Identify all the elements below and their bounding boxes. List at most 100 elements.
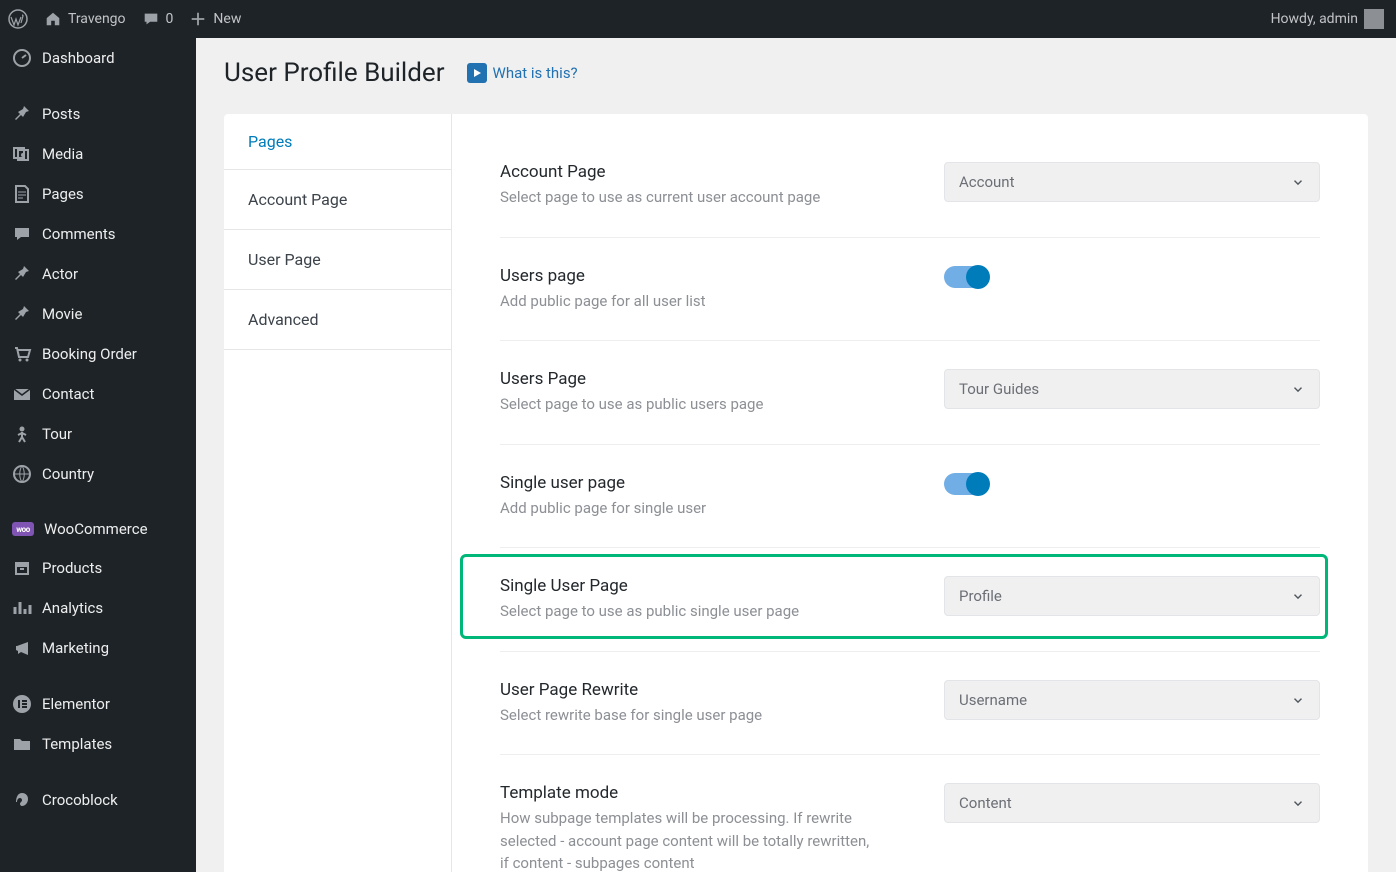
account-link[interactable]: Howdy, admin — [1271, 9, 1384, 29]
field-title: Single User Page — [500, 576, 880, 596]
field-row: Single User Page Select page to use as pu… — [500, 548, 1320, 652]
tab-account-page[interactable]: Account Page — [224, 169, 451, 229]
field-title: Account Page — [500, 162, 880, 182]
field-row: Single user page Add public page for sing… — [500, 445, 1320, 549]
site-name: Travengo — [68, 11, 126, 27]
cart-icon — [12, 344, 32, 364]
comments-link[interactable]: 0 — [142, 10, 174, 28]
new-link[interactable]: New — [189, 10, 241, 28]
field-title: Users page — [500, 266, 880, 286]
sidebar-item-contact[interactable]: Contact — [0, 374, 196, 414]
sidebar-item-posts[interactable]: Posts — [0, 94, 196, 134]
sidebar-item-media[interactable]: Media — [0, 134, 196, 174]
select-value: Account — [959, 173, 1015, 191]
globe-icon — [12, 464, 32, 484]
select-single-user-page[interactable]: Profile — [944, 576, 1320, 616]
sidebar-item-label: Crocoblock — [42, 791, 118, 809]
sidebar-item-label: Elementor — [42, 695, 110, 713]
tab-advanced[interactable]: Advanced — [224, 289, 451, 350]
dashboard-icon — [12, 48, 32, 68]
field-title: Template mode — [500, 783, 880, 803]
select-value: Content — [959, 794, 1012, 812]
sidebar-item-dashboard[interactable]: Dashboard — [0, 38, 196, 78]
sidebar-item-analytics[interactable]: Analytics — [0, 588, 196, 628]
wordpress-icon — [8, 9, 28, 29]
avatar-icon — [1364, 9, 1384, 29]
toggle-users-page[interactable] — [944, 266, 988, 288]
home-icon — [44, 10, 62, 28]
megaphone-icon — [12, 638, 32, 658]
field-title: Single user page — [500, 473, 880, 493]
chevron-down-icon — [1291, 693, 1305, 707]
chevron-down-icon — [1291, 175, 1305, 189]
sidebar-item-actor[interactable]: Actor — [0, 254, 196, 294]
field-desc: Select rewrite base for single user page — [500, 704, 880, 727]
sidebar-item-label: Country — [42, 465, 94, 483]
field-desc: Select page to use as current user accou… — [500, 186, 880, 209]
admin-sidebar: Dashboard Posts Media Pages CommentsActorMov… — [0, 38, 196, 872]
sidebar-item-products[interactable]: Products — [0, 548, 196, 588]
sidebar-item-label: Contact — [42, 385, 94, 403]
sidebar-item-templates[interactable]: Templates — [0, 724, 196, 764]
field-row: Users Page Select page to use as public u… — [500, 341, 1320, 445]
field-row: Account Page Select page to use as curren… — [500, 134, 1320, 238]
bars-icon — [12, 598, 32, 618]
sidebar-item-elementor[interactable]: Elementor — [0, 684, 196, 724]
sidebar-item-marketing[interactable]: Marketing — [0, 628, 196, 668]
sidebar-item-label: WooCommerce — [44, 520, 148, 538]
sidebar-item-label: Marketing — [42, 639, 109, 657]
folder-icon — [12, 734, 32, 754]
tab-user-page[interactable]: User Page — [224, 229, 451, 289]
settings-panel: Pages Account Page User Page Advanced Ac… — [224, 114, 1368, 872]
mail-icon — [12, 384, 32, 404]
select-value: Profile — [959, 587, 1002, 605]
wp-logo[interactable] — [8, 9, 28, 29]
field-desc: How subpage templates will be processing… — [500, 807, 880, 872]
field-desc: Select page to use as public single user… — [500, 600, 880, 623]
select-users-page[interactable]: Tour Guides — [944, 369, 1320, 409]
sidebar-item-label: Tour — [42, 425, 72, 443]
sidebar-item-booking-order[interactable]: Booking Order — [0, 334, 196, 374]
select-template-mode[interactable]: Content — [944, 783, 1320, 823]
chevron-down-icon — [1291, 589, 1305, 603]
comment-icon — [12, 224, 32, 244]
site-link[interactable]: Travengo — [44, 10, 126, 28]
sidebar-item-crocoblock[interactable]: Crocoblock — [0, 780, 196, 820]
play-icon — [467, 63, 487, 83]
sidebar-item-label: Products — [42, 559, 102, 577]
what-is-this-label: What is this? — [493, 64, 578, 82]
what-is-this-link[interactable]: What is this? — [467, 63, 578, 83]
sidebar-item-label: Media — [42, 145, 83, 163]
pin-icon — [12, 104, 32, 124]
content-area: User Profile Builder What is this? Pages… — [196, 38, 1396, 872]
chevron-down-icon — [1291, 382, 1305, 396]
sidebar-item-comments[interactable]: Comments — [0, 214, 196, 254]
field-row: User Page Rewrite Select rewrite base for… — [500, 652, 1320, 756]
field-desc: Add public page for single user — [500, 497, 880, 520]
sidebar-item-label: Posts — [42, 105, 80, 123]
pages-icon — [12, 184, 32, 204]
fields-column: Account Page Select page to use as curren… — [452, 114, 1368, 872]
archive-icon — [12, 558, 32, 578]
sidebar-item-label: Templates — [42, 735, 112, 753]
page-title: User Profile Builder — [224, 58, 445, 88]
pin-icon — [12, 264, 32, 284]
sidebar-item-movie[interactable]: Movie — [0, 294, 196, 334]
select-value: Tour Guides — [959, 380, 1039, 398]
field-title: User Page Rewrite — [500, 680, 880, 700]
sidebar-item-tour[interactable]: Tour — [0, 414, 196, 454]
select-user-page-rewrite[interactable]: Username — [944, 680, 1320, 720]
select-account-page[interactable]: Account — [944, 162, 1320, 202]
field-desc: Select page to use as public users page — [500, 393, 880, 416]
pin-icon — [12, 304, 32, 324]
sidebar-item-label: Analytics — [42, 599, 103, 617]
chevron-down-icon — [1291, 796, 1305, 810]
sidebar-item-pages[interactable]: Pages — [0, 174, 196, 214]
toggle-single-user-page[interactable] — [944, 473, 988, 495]
field-title: Users Page — [500, 369, 880, 389]
sidebar-item-woocommerce[interactable]: wooWooCommerce — [0, 510, 196, 548]
select-value: Username — [959, 691, 1027, 709]
sidebar-item-label: Pages — [42, 185, 84, 203]
field-row: Users pageAdd public page for all user l… — [500, 238, 1320, 342]
sidebar-item-country[interactable]: Country — [0, 454, 196, 494]
